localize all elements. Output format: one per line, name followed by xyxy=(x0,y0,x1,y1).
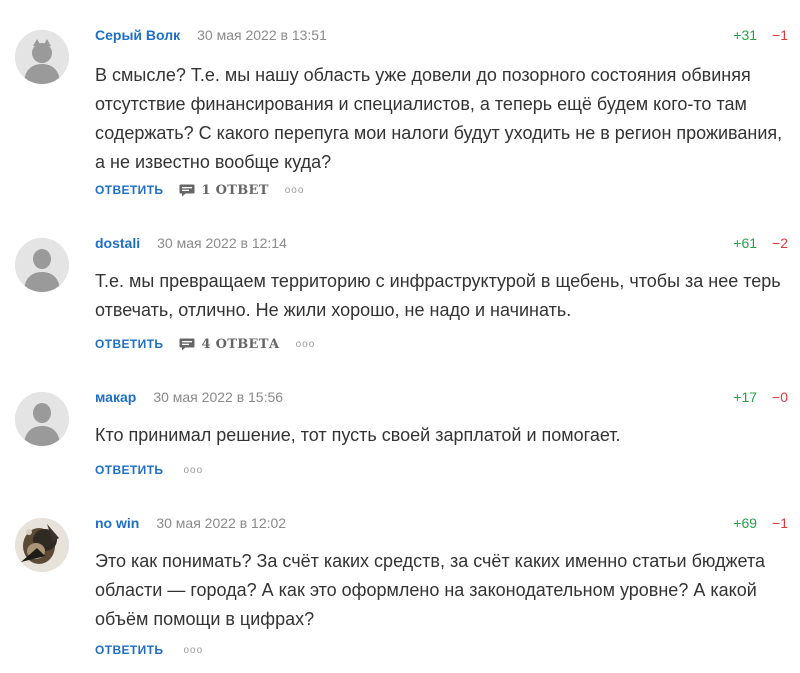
comment-actions: ОТВЕТИТЬ ooo xyxy=(95,461,203,479)
default-user-avatar-icon[interactable] xyxy=(15,392,69,446)
comment-text: Кто принимал решение, тот пусть своей за… xyxy=(95,425,621,445)
replies-count: 1 ОТВЕТ xyxy=(201,182,269,198)
author-name[interactable]: Серый Волк xyxy=(95,27,180,43)
reply-button[interactable]: ОТВЕТИТЬ xyxy=(95,643,163,657)
comment-date: 30 мая 2022 в 12:14 xyxy=(157,235,287,251)
comment-meta: no win 30 мая 2022 в 12:02 xyxy=(95,513,286,533)
comment-actions: ОТВЕТИТЬ 4 ОТВЕТА ooo xyxy=(95,335,315,353)
downvote-count[interactable]: −2 xyxy=(772,235,788,251)
upvote-count[interactable]: +17 xyxy=(733,389,757,405)
author-name[interactable]: dostali xyxy=(95,235,140,251)
replies-count: 4 ОТВЕТА xyxy=(201,336,280,352)
reply-button[interactable]: ОТВЕТИТЬ xyxy=(95,463,163,477)
comment-meta: dostali 30 мая 2022 в 12:14 xyxy=(95,233,287,253)
photo-avatar-icon[interactable] xyxy=(15,518,69,572)
more-options-icon[interactable]: ooo xyxy=(183,645,203,656)
downvote-count[interactable]: −1 xyxy=(772,515,788,531)
comment-rating: +69 −1 xyxy=(733,513,788,533)
comment-meta: макар 30 мая 2022 в 15:56 xyxy=(95,387,283,407)
replies-icon xyxy=(179,184,195,196)
more-options-icon[interactable]: ooo xyxy=(296,339,316,350)
comment-date: 30 мая 2022 в 13:51 xyxy=(197,27,327,43)
upvote-count[interactable]: +61 xyxy=(733,235,757,251)
upvote-count[interactable]: +31 xyxy=(733,27,757,43)
comment-date: 30 мая 2022 в 12:02 xyxy=(156,515,287,531)
replies-toggle[interactable]: 4 ОТВЕТА xyxy=(179,337,279,352)
comment-rating: +31 −1 xyxy=(733,25,788,45)
more-options-icon[interactable]: ooo xyxy=(285,185,305,196)
comment-text: Это как понимать? За счёт каких средств,… xyxy=(95,551,765,629)
comment-text: В смысле? Т.е. мы нашу область уже довел… xyxy=(95,65,783,172)
author-name[interactable]: no win xyxy=(95,515,139,531)
comment-rating: +61 −2 xyxy=(733,233,788,253)
comment-rating: +17 −0 xyxy=(733,387,788,407)
reply-button[interactable]: ОТВЕТИТЬ xyxy=(95,337,163,351)
comment-text: Т.е. мы превращаем территорию с инфрастр… xyxy=(95,271,781,320)
comment-actions: ОТВЕТИТЬ 1 ОТВЕТ ooo xyxy=(95,181,304,199)
comment-meta: Серый Волк 30 мая 2022 в 13:51 xyxy=(95,25,327,45)
wolf-avatar-icon[interactable] xyxy=(15,30,69,84)
downvote-count[interactable]: −1 xyxy=(772,27,788,43)
upvote-count[interactable]: +69 xyxy=(733,515,757,531)
comment-date: 30 мая 2022 в 15:56 xyxy=(153,389,284,405)
downvote-count[interactable]: −0 xyxy=(772,389,788,405)
reply-button[interactable]: ОТВЕТИТЬ xyxy=(95,183,163,197)
more-options-icon[interactable]: ooo xyxy=(183,465,203,476)
replies-toggle[interactable]: 1 ОТВЕТ xyxy=(179,183,268,198)
comment-actions: ОТВЕТИТЬ ooo xyxy=(95,641,203,659)
author-name[interactable]: макар xyxy=(95,389,136,405)
default-user-avatar-icon[interactable] xyxy=(15,238,69,292)
replies-icon xyxy=(179,338,195,350)
